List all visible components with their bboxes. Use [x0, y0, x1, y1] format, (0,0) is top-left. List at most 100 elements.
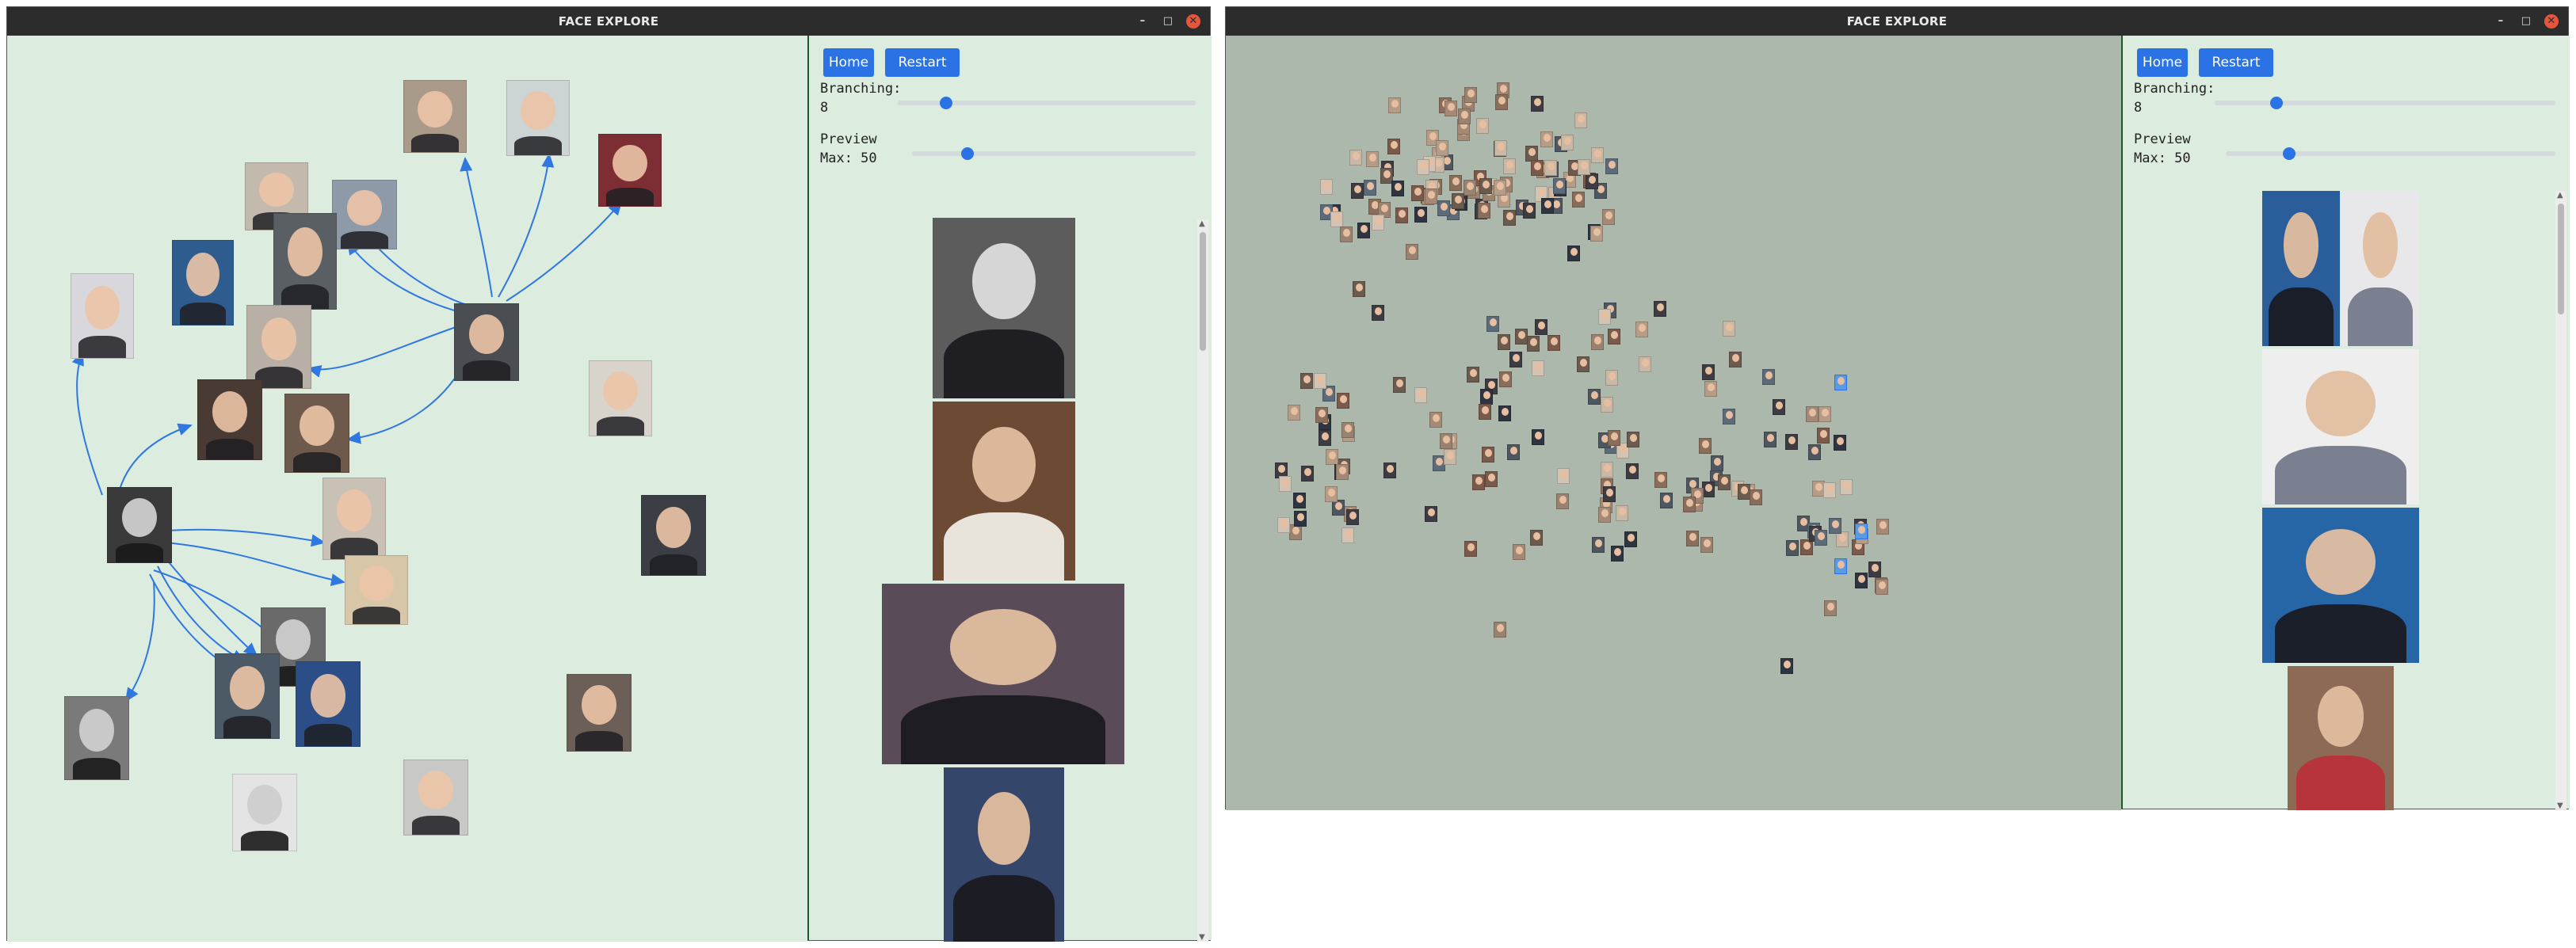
face-thumbnail[interactable] — [1590, 226, 1603, 242]
face-thumbnail[interactable] — [1366, 151, 1379, 167]
face-thumbnail[interactable] — [1346, 509, 1359, 525]
scrollbar-thumb[interactable] — [1200, 232, 1206, 351]
face-thumbnail[interactable] — [1535, 319, 1548, 335]
face-thumbnail[interactable] — [1557, 468, 1570, 484]
face-thumbnail[interactable] — [1532, 360, 1544, 376]
face-thumbnail[interactable] — [1495, 94, 1508, 110]
face-thumbnail[interactable] — [1829, 518, 1841, 534]
branching-slider-handle[interactable] — [940, 97, 952, 109]
preview-gallery[interactable] — [809, 218, 1196, 942]
face-thumbnail[interactable] — [1540, 131, 1553, 147]
face-thumbnail[interactable] — [1315, 407, 1328, 423]
minimize-icon[interactable]: – — [1135, 14, 1150, 29]
face-thumbnail[interactable] — [197, 379, 262, 460]
face-thumbnail[interactable] — [1417, 159, 1429, 175]
preview-image[interactable] — [933, 218, 1075, 398]
face-thumbnail[interactable] — [1503, 158, 1516, 174]
face-thumbnail[interactable] — [1480, 389, 1493, 405]
face-thumbnail[interactable] — [1364, 180, 1376, 196]
face-thumbnail[interactable] — [1429, 412, 1442, 428]
face-thumbnail[interactable] — [1817, 428, 1830, 444]
scroll-down-icon[interactable]: ▼ — [1199, 933, 1205, 942]
preview-slider[interactable] — [2226, 147, 2555, 160]
face-thumbnail[interactable] — [1868, 562, 1881, 577]
face-thumbnail[interactable] — [1605, 370, 1618, 386]
face-thumbnail[interactable] — [1635, 322, 1648, 337]
face-thumbnail[interactable] — [1395, 207, 1408, 223]
face-thumbnail[interactable] — [1337, 393, 1349, 409]
scroll-up-icon[interactable]: ▲ — [1199, 219, 1205, 228]
face-thumbnail[interactable] — [1556, 493, 1569, 509]
window-titlebar[interactable]: FACE EXPLORE – □ ✕ — [1226, 7, 2568, 36]
face-thumbnail[interactable] — [1440, 433, 1452, 449]
face-thumbnail[interactable] — [1572, 192, 1585, 207]
face-thumbnail[interactable] — [1515, 329, 1528, 345]
face-thumbnail[interactable] — [296, 661, 361, 747]
face-thumbnail[interactable] — [1330, 211, 1343, 227]
face-thumbnail[interactable] — [1494, 622, 1506, 638]
face-thumbnail[interactable] — [1351, 183, 1364, 199]
window-titlebar[interactable]: FACE EXPLORE – □ ✕ — [7, 7, 1210, 36]
face-thumbnail[interactable] — [1605, 158, 1618, 174]
face-thumbnail[interactable] — [1372, 305, 1384, 321]
face-thumbnail[interactable] — [1591, 147, 1604, 163]
face-thumbnail[interactable] — [1591, 334, 1604, 350]
face-thumbnail[interactable] — [1425, 506, 1437, 522]
branching-slider[interactable] — [898, 97, 1196, 109]
face-thumbnail[interactable] — [1586, 173, 1598, 189]
face-thumbnail[interactable] — [1601, 397, 1613, 413]
face-thumbnail[interactable] — [1452, 193, 1464, 209]
face-thumbnail[interactable] — [1764, 432, 1776, 447]
face-thumbnail[interactable] — [1449, 175, 1462, 191]
face-thumbnail[interactable] — [1319, 430, 1331, 446]
face-thumbnail[interactable] — [1340, 227, 1353, 242]
face-thumbnail[interactable] — [1341, 527, 1354, 543]
face-thumbnail[interactable] — [1598, 309, 1611, 325]
scroll-up-icon[interactable]: ▲ — [2557, 191, 2563, 200]
face-thumbnail[interactable] — [1567, 246, 1580, 261]
face-thumbnail[interactable] — [1294, 511, 1307, 527]
face-thumbnail[interactable] — [1704, 381, 1717, 397]
face-thumbnail[interactable] — [246, 305, 311, 389]
preview-image[interactable] — [2262, 191, 2340, 346]
face-thumbnail[interactable] — [1603, 486, 1616, 502]
preview-slider-handle[interactable] — [961, 147, 974, 160]
face-thumbnail[interactable] — [1293, 493, 1306, 508]
face-thumbnail[interactable] — [232, 774, 297, 851]
face-thumbnail[interactable] — [332, 180, 397, 249]
face-thumbnail[interactable] — [1718, 474, 1731, 490]
face-thumbnail[interactable] — [1601, 462, 1613, 478]
face-thumbnail[interactable] — [1357, 223, 1370, 238]
face-thumbnail[interactable] — [1383, 463, 1396, 478]
face-thumbnail[interactable] — [1325, 486, 1338, 502]
face-thumbnail[interactable] — [1541, 198, 1554, 214]
face-thumbnail[interactable] — [1411, 185, 1424, 201]
face-thumbnail[interactable] — [1578, 159, 1590, 175]
preview-slider-handle[interactable] — [2283, 147, 2296, 160]
face-thumbnail[interactable] — [589, 360, 652, 436]
face-thumbnail[interactable] — [1818, 406, 1831, 422]
face-graph-canvas[interactable] — [7, 36, 807, 942]
face-thumbnail[interactable] — [1762, 369, 1775, 385]
face-thumbnail[interactable] — [1393, 377, 1406, 393]
face-thumbnail[interactable] — [1561, 135, 1574, 150]
preview-scrollbar[interactable]: ▲ ▼ — [2555, 191, 2566, 810]
face-thumbnail[interactable] — [1279, 476, 1292, 492]
face-thumbnail[interactable] — [345, 555, 408, 625]
face-thumbnail[interactable] — [1683, 497, 1696, 512]
face-thumbnail[interactable] — [1485, 471, 1498, 487]
face-thumbnail[interactable] — [1437, 200, 1450, 216]
face-thumbnail[interactable] — [1336, 464, 1349, 480]
face-thumbnail[interactable] — [403, 80, 467, 153]
face-thumbnail[interactable] — [1525, 146, 1538, 162]
face-thumbnail[interactable] — [1654, 301, 1666, 317]
minimize-icon[interactable]: – — [2494, 14, 2508, 29]
face-thumbnail[interactable] — [1773, 399, 1785, 415]
face-thumbnail[interactable] — [1387, 139, 1400, 154]
face-thumbnail[interactable] — [1855, 523, 1868, 539]
face-thumbnail[interactable] — [403, 760, 468, 836]
restart-button[interactable]: Restart — [2199, 48, 2273, 77]
face-thumbnail[interactable] — [1855, 573, 1868, 588]
face-thumbnail[interactable] — [1472, 474, 1485, 490]
face-thumbnail[interactable] — [1486, 316, 1499, 332]
